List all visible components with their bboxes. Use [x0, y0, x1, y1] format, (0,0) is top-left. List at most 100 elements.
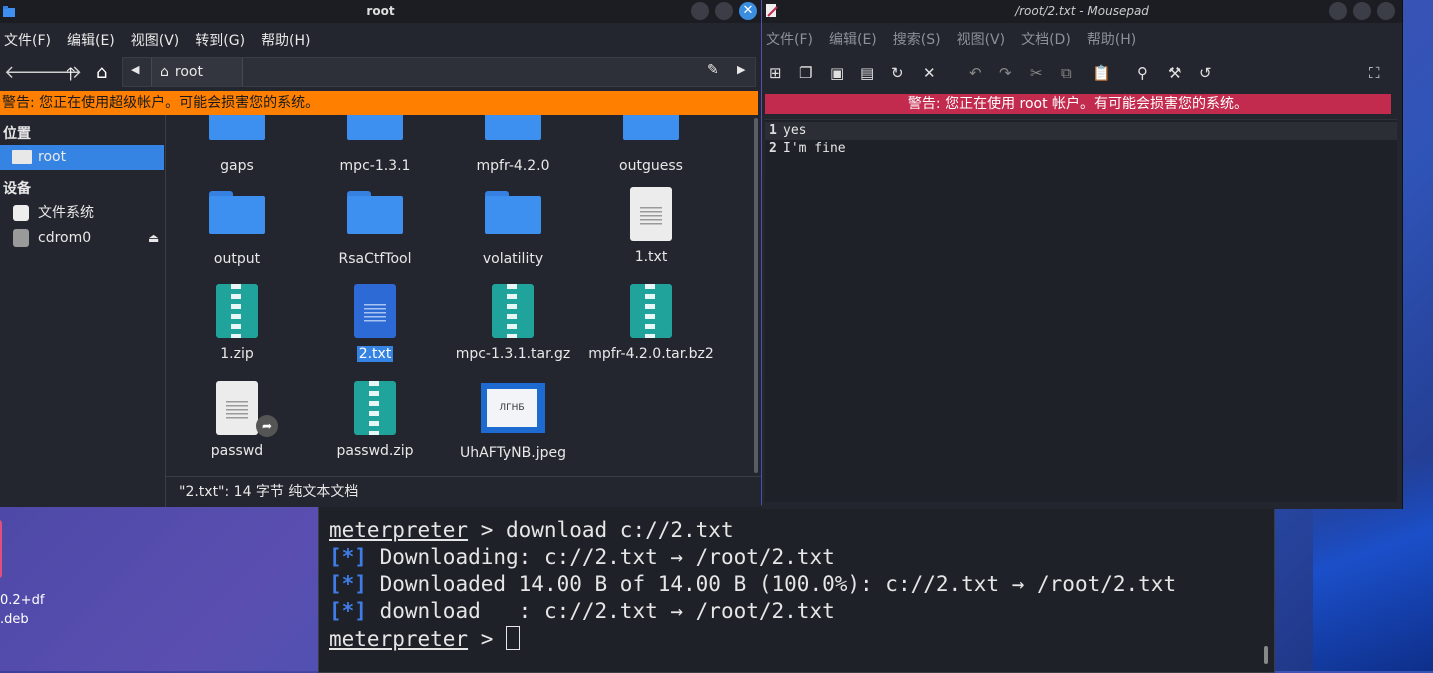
terminal-prompt-line[interactable]: meterpreter >	[329, 626, 521, 651]
maximize-button[interactable]	[1353, 2, 1371, 20]
archive-file-icon	[216, 284, 258, 338]
file-item-mpc-tar[interactable]: mpc-1.3.1.tar.gz	[444, 284, 582, 362]
file-label-selected: 2.txt	[356, 346, 394, 362]
menu-edit[interactable]: 编辑(E)	[829, 29, 881, 49]
up-arrow-icon[interactable]: 🡑	[66, 62, 75, 92]
file-item-mpfr-tar[interactable]: mpfr-4.2.0.tar.bz2	[582, 284, 720, 362]
file-item-gaps[interactable]: gaps	[168, 115, 306, 174]
file-item-1zip[interactable]: 1.zip	[168, 284, 306, 362]
sidebar-item-root[interactable]: root	[0, 145, 164, 170]
current-line-highlight	[765, 122, 1397, 140]
path-segment-root[interactable]: ⌂ root	[151, 58, 243, 86]
optical-drive-icon	[13, 229, 29, 247]
file-item-passwd[interactable]: ➦ passwd	[168, 381, 306, 459]
text-line: yes	[783, 123, 807, 138]
file-item-passwd-zip[interactable]: passwd.zip	[306, 381, 444, 459]
location-bar[interactable]: ◀ ⌂ root ✎ ▶	[122, 57, 756, 87]
menu-file[interactable]: 文件(F)	[4, 30, 55, 50]
close-document-icon[interactable]: ✕	[923, 64, 936, 82]
open-file-icon[interactable]: ▣	[830, 64, 844, 82]
navigation-bar: 🡐 🡒 🡑 ⌂ ◀ ⌂ root ✎ ▶	[0, 56, 761, 88]
menu-help[interactable]: 帮助(H)	[1087, 29, 1140, 49]
menu-view[interactable]: 视图(V)	[957, 29, 1010, 49]
devices-header: 设备	[3, 181, 31, 197]
folder-icon	[485, 115, 541, 140]
file-label: RsaCtfTool	[338, 251, 412, 267]
terminal-line: [*] Downloaded 14.00 B of 14.00 B (100.0…	[329, 572, 1177, 596]
sidebar-item-label: cdrom0	[38, 230, 92, 246]
menu-help[interactable]: 帮助(H)	[261, 30, 314, 50]
side-pane: 位置 root 设备 文件系统 cdrom0 ⏏	[0, 115, 166, 507]
reload-icon[interactable]: ↻	[891, 64, 904, 82]
new-window-icon[interactable]: ❐	[799, 64, 812, 82]
file-label: passwd.zip	[336, 443, 414, 459]
text-editor-area[interactable]: 1 yes 2 I'm fine	[765, 119, 1397, 502]
line-number: 2	[769, 141, 777, 156]
window-title: /root/2.txt - Mousepad	[1015, 4, 1149, 18]
editor-titlebar[interactable]: /root/2.txt - Mousepad	[762, 0, 1402, 23]
sidebar-item-cdrom[interactable]: cdrom0 ⏏	[0, 226, 164, 251]
home-icon[interactable]: ⌂	[96, 62, 107, 83]
status-bar: "2.txt": 14 字节 纯文本文档	[166, 476, 761, 507]
new-document-icon[interactable]: ⊞	[769, 64, 782, 82]
terminal-line: [*] download : c://2.txt → /root/2.txt	[329, 599, 835, 623]
root-warning-banner: 警告: 您正在使用 root 帐户。有可能会损害您的系统。	[765, 94, 1391, 114]
file-item-output[interactable]: output	[168, 191, 306, 267]
symlink-arrow-icon: ➦	[256, 415, 278, 437]
menu-file[interactable]: 文件(F)	[766, 29, 817, 49]
minimize-button[interactable]	[1329, 2, 1347, 20]
minimize-button[interactable]	[691, 2, 709, 20]
file-item-rsactftool[interactable]: RsaCtfTool	[306, 191, 444, 267]
search-icon[interactable]: ⚲	[1137, 64, 1148, 82]
file-item-jpeg[interactable]: ЛГНБ UhAFTyNB.jpeg	[444, 383, 582, 461]
close-button[interactable]: ✕	[739, 2, 757, 20]
menu-search[interactable]: 搜索(S)	[893, 29, 945, 49]
menu-go[interactable]: 转到(G)	[195, 30, 249, 50]
close-button[interactable]	[1377, 2, 1395, 20]
cut-icon[interactable]: ✂	[1030, 64, 1043, 82]
file-manager-menubar: 文件(F) 编辑(E) 视图(V) 转到(G) 帮助(H)	[0, 23, 761, 56]
paste-icon[interactable]: 📋	[1092, 64, 1111, 82]
goto-line-icon[interactable]: ↺	[1199, 64, 1212, 82]
find-replace-icon[interactable]: ⚒	[1168, 64, 1181, 82]
text-file-icon	[630, 187, 672, 241]
file-manager-titlebar[interactable]: root ✕	[0, 0, 761, 23]
sidebar-item-filesystem[interactable]: 文件系统	[0, 201, 164, 226]
redo-icon[interactable]: ↷	[999, 64, 1012, 82]
menu-document[interactable]: 文档(D)	[1021, 29, 1075, 49]
file-item-volatility[interactable]: volatility	[444, 191, 582, 267]
menu-view[interactable]: 视图(V)	[131, 30, 184, 50]
edit-location-pencil-icon[interactable]: ✎	[707, 62, 719, 78]
sidebar-item-label: root	[38, 149, 67, 165]
file-label: mpc-1.3.1.tar.gz	[455, 346, 571, 362]
eject-icon[interactable]: ⏏	[148, 226, 159, 251]
undo-icon[interactable]: ↶	[969, 64, 982, 82]
file-item-2txt[interactable]: 2.txt	[306, 284, 444, 362]
menu-edit[interactable]: 编辑(E)	[67, 30, 119, 50]
editor-menubar: 文件(F) 编辑(E) 搜索(S) 视图(V) 文档(D) 帮助(H)	[762, 23, 1402, 55]
file-item-1txt[interactable]: 1.txt	[582, 187, 720, 265]
file-label: 1.zip	[220, 346, 254, 362]
file-icon-view: gaps mpc-1.3.1 mpfr-4.2.0 outguess outpu…	[166, 115, 758, 475]
file-item-mpfr[interactable]: mpfr-4.2.0	[444, 115, 582, 174]
path-left-arrow-icon[interactable]: ◀	[131, 63, 139, 76]
file-item-outguess[interactable]: outguess	[582, 115, 720, 174]
editor-toolbar: ⊞ ❐ ▣ ▤ ↻ ✕ ↶ ↷ ✂ ⧉ 📋 ⚲ ⚒ ↺ ⛶	[762, 55, 1402, 93]
places-header: 位置	[3, 126, 31, 142]
terminal-window[interactable]: meterpreter > download c://2.txt [*] Dow…	[318, 505, 1275, 673]
terminal-scrollbar[interactable]	[1264, 646, 1268, 664]
fullscreen-icon[interactable]: ⛶	[1369, 64, 1380, 82]
file-view-scrollbar[interactable]	[754, 118, 758, 473]
maximize-button[interactable]	[715, 2, 733, 20]
copy-icon[interactable]: ⧉	[1061, 64, 1072, 82]
save-icon[interactable]: ▤	[860, 64, 874, 82]
folder-icon	[209, 115, 265, 140]
home-folder-icon	[12, 150, 32, 164]
archive-file-icon	[630, 284, 672, 338]
file-label: output	[213, 251, 261, 267]
home-icon: ⌂	[160, 64, 169, 80]
file-label: 1.txt	[634, 249, 668, 265]
file-item-mpc[interactable]: mpc-1.3.1	[306, 115, 444, 174]
path-right-arrow-icon[interactable]: ▶	[737, 63, 745, 76]
folder-icon	[347, 191, 403, 234]
